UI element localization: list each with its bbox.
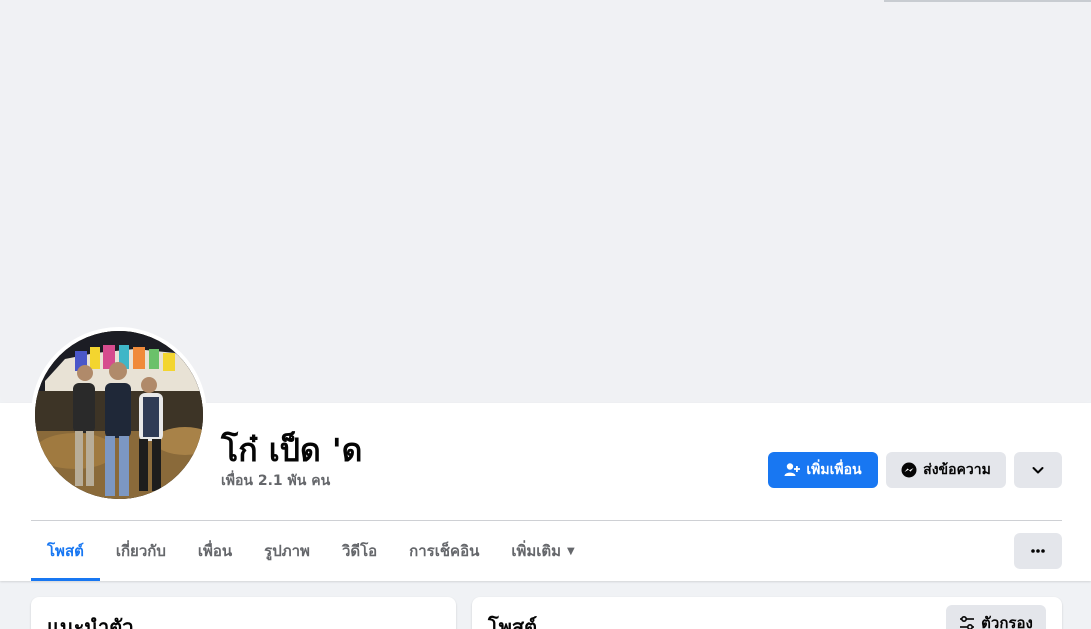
message-button[interactable]: ส่งข้อความ: [886, 452, 1006, 488]
profile-dropdown-button[interactable]: [1014, 452, 1062, 488]
profile-page: โก๋ เป็ด 'ด เพื่อน 2.1 พัน คน เพิ่มเพื่อ…: [0, 0, 1091, 629]
filter-label: ตัวกรอง: [981, 614, 1033, 629]
profile-tabs: โพสต์ เกี่ยวกับ เพื่อน รูปภาพ วิดีโอ การ…: [31, 521, 591, 581]
tab-friends-label: เพื่อน: [197, 542, 233, 560]
tab-more-label: เพิ่มเติม: [511, 542, 562, 560]
messenger-icon: [901, 462, 917, 478]
tab-posts-label: โพสต์: [47, 542, 84, 560]
more-options-button[interactable]: [1014, 533, 1062, 569]
tab-videos-label: วิดีโอ: [341, 542, 378, 560]
filter-icon: [960, 615, 975, 629]
avatar-photo: [35, 331, 203, 499]
tab-checkins-label: การเช็คอิน: [409, 542, 480, 560]
chevron-down-icon: [1032, 467, 1044, 474]
message-label: ส่งข้อความ: [923, 462, 991, 478]
intro-card-title: แนะนำตัว: [47, 615, 134, 629]
filter-button[interactable]: ตัวกรอง: [946, 605, 1046, 629]
add-friend-label: เพิ่มเพื่อน: [806, 462, 862, 478]
intro-card: แนะนำตัว: [31, 597, 456, 629]
caret-down-icon: ▼: [567, 545, 575, 557]
profile-name: โก๋ เป็ด 'ด: [221, 431, 363, 469]
tab-about[interactable]: เกี่ยวกับ: [100, 521, 182, 581]
profile-avatar[interactable]: [35, 331, 203, 499]
add-friend-icon: [784, 463, 801, 476]
posts-card: โพสต์ ตัวกรอง: [472, 597, 1062, 629]
tab-photos-label: รูปภาพ: [264, 542, 310, 560]
tab-friends[interactable]: เพื่อน: [182, 521, 248, 581]
tab-posts[interactable]: โพสต์: [31, 521, 100, 581]
tab-checkins[interactable]: การเช็คอิน: [393, 521, 495, 581]
tab-more[interactable]: เพิ่มเติม ▼: [495, 521, 590, 581]
top-bar-edge: [884, 0, 1091, 2]
posts-card-title: โพสต์: [488, 615, 538, 629]
ellipsis-icon: [1031, 549, 1045, 553]
tab-about-label: เกี่ยวกับ: [115, 542, 166, 560]
tab-photos[interactable]: รูปภาพ: [248, 521, 326, 581]
friends-count[interactable]: เพื่อน 2.1 พัน คน: [221, 470, 330, 492]
tab-videos[interactable]: วิดีโอ: [326, 521, 393, 581]
add-friend-button[interactable]: เพิ่มเพื่อน: [768, 452, 878, 488]
